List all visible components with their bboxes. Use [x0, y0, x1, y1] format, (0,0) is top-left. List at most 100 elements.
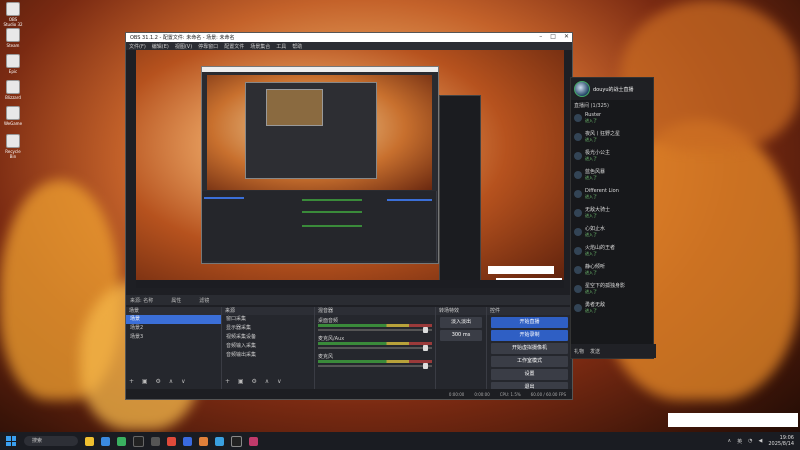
channel-name: 麦克风/Aux — [318, 336, 345, 342]
start-streaming-button[interactable]: 开始直播 — [491, 317, 568, 328]
chat-message: Ruster 进入了 — [571, 112, 653, 130]
chat-message: 无敌大骑士 进入了 — [571, 207, 653, 225]
preview-canvas[interactable] — [136, 50, 564, 288]
menu-tools[interactable]: 工具 — [276, 43, 286, 50]
source-item[interactable]: 音频输入采集 — [222, 342, 314, 351]
obs-icon[interactable] — [231, 435, 242, 447]
app-icon[interactable] — [199, 436, 208, 446]
input-language[interactable]: 英 — [737, 438, 742, 445]
desktop-icon-label: Steam — [6, 43, 20, 48]
clock-date: 2025/8/14 — [768, 441, 794, 447]
filters-button[interactable]: 滤镜 — [199, 297, 209, 304]
source-item[interactable]: 视频采集设备 — [222, 333, 314, 342]
preview-taskbar — [136, 280, 564, 288]
volume-slider[interactable] — [318, 345, 432, 351]
menu-help[interactable]: 帮助 — [292, 43, 302, 50]
app-icon[interactable] — [167, 436, 176, 446]
menu-view[interactable]: 视图(V) — [175, 43, 192, 50]
volume-icon[interactable]: ◀ — [759, 438, 763, 444]
menu-profile[interactable]: 配置文件 — [224, 43, 244, 50]
nested-chat-capture — [439, 95, 481, 287]
scenes-header: 场景 — [126, 307, 221, 315]
app-icon[interactable] — [215, 436, 224, 446]
app-icon[interactable] — [117, 436, 126, 446]
desktop-icon-label: OBS Studio 32 — [3, 17, 23, 27]
wifi-icon[interactable]: ◔ — [748, 438, 752, 444]
start-recording-button[interactable]: 开始录制 — [491, 330, 568, 341]
controls-header: 控件 — [487, 307, 572, 315]
minimize-icon[interactable]: – — [539, 33, 542, 40]
avatar — [574, 81, 590, 97]
clock[interactable]: 19:06 2025/8/14 — [768, 435, 794, 447]
chat-text: 进入了 — [585, 175, 597, 180]
menu-file[interactable]: 文件(F) — [129, 43, 146, 50]
desktop-icon-wegame[interactable]: WeGame — [2, 106, 24, 126]
chat-message: 极光小公主 进入了 — [571, 150, 653, 168]
taskbar: 搜索 ∧ 英 ◔ ◀ 19:06 2025/8/14 — [0, 432, 800, 450]
menu-docks[interactable]: 停靠窗口 — [198, 43, 218, 50]
send-button[interactable]: 发送 — [590, 348, 600, 355]
scenes-footer-buttons[interactable]: + ▣ ⚙ ∧ ∨ — [129, 378, 189, 385]
file-explorer-icon[interactable] — [85, 436, 94, 446]
chat-message: 星空下的孤独身影 进入了 — [571, 283, 653, 301]
transitions-dock: 转场特效 淡入淡出 300 ms — [436, 307, 487, 389]
gift-button[interactable]: 礼物 — [574, 348, 584, 355]
chat-text: 进入了 — [585, 118, 597, 123]
avatar — [574, 133, 582, 141]
chat-text: 进入了 — [585, 251, 597, 256]
taskbar-search[interactable]: 搜索 — [24, 436, 78, 446]
settings-button[interactable]: 设置 — [491, 369, 568, 380]
desktop-icon-label: Epic — [8, 69, 18, 74]
desktop-icon-steam[interactable]: Steam — [2, 28, 24, 48]
avatar — [574, 247, 582, 255]
recycle-bin-icon — [6, 134, 20, 148]
chat-message: 静心倾听 进入了 — [571, 264, 653, 282]
maximize-icon[interactable]: □ — [550, 33, 556, 40]
desktop-icon-epic[interactable]: Epic — [2, 54, 24, 74]
source-item[interactable]: 音频输出采集 — [222, 351, 314, 360]
steam-icon — [6, 28, 20, 42]
close-icon[interactable]: ✕ — [564, 33, 569, 40]
menu-scene-collection[interactable]: 场景集合 — [250, 43, 270, 50]
menu-edit[interactable]: 编辑(E) — [152, 43, 169, 50]
app-icon[interactable] — [183, 436, 192, 446]
avatar — [574, 152, 582, 160]
chat-message: 蓝色风暴 进入了 — [571, 169, 653, 187]
desktop-icon-blizzard[interactable]: Blizzard — [2, 80, 24, 100]
scene-item[interactable]: 场景2 — [126, 324, 221, 333]
studio-mode-button[interactable]: 工作室模式 — [491, 356, 568, 367]
desktop-icon-obs[interactable]: OBS Studio 32 — [2, 2, 24, 27]
scene-item[interactable]: 场景3 — [126, 333, 221, 342]
desktop-icon-label: WeGame — [3, 121, 23, 126]
chat-text: 进入了 — [585, 270, 597, 275]
edge-icon[interactable] — [101, 436, 110, 446]
app-icon[interactable] — [249, 436, 258, 446]
source-item[interactable]: 窗口采集 — [222, 315, 314, 324]
obs-titlebar[interactable]: OBS 31.1.2 - 配置文件: 未命名 - 场景: 未命名 – □ ✕ — [126, 33, 572, 42]
sources-footer-buttons[interactable]: + ▣ ⚙ ∧ ∨ — [225, 378, 285, 385]
chat-text: 进入了 — [585, 213, 597, 218]
start-button[interactable] — [6, 436, 16, 446]
stream-time: 0:00:00 — [448, 391, 465, 397]
virtual-camera-button[interactable]: 开始虚拟摄像机 — [491, 343, 568, 354]
chat-text: 进入了 — [585, 289, 597, 294]
steam-icon[interactable] — [151, 436, 160, 446]
chat-header: douyu的战士直播 — [571, 78, 653, 100]
blizzard-icon — [6, 80, 20, 94]
volume-slider[interactable] — [318, 363, 432, 369]
volume-slider[interactable] — [318, 327, 432, 333]
avatar — [574, 209, 582, 217]
desktop-icon-recycle[interactable]: Recycle Bin — [2, 134, 24, 159]
source-item[interactable]: 显示器采集 — [222, 324, 314, 333]
chevron-up-icon[interactable]: ∧ — [727, 438, 731, 444]
properties-button[interactable]: 属性 — [171, 297, 181, 304]
mixer-dock: 混音器 桌面音频 麦克风/Aux 麦克风 — [315, 307, 436, 389]
transition-select[interactable]: 淡入淡出 — [440, 317, 482, 328]
avatar — [574, 190, 582, 198]
avatar — [574, 285, 582, 293]
scene-item[interactable]: 场景 — [126, 315, 221, 324]
transition-duration[interactable]: 300 ms — [440, 330, 482, 341]
terminal-icon[interactable] — [133, 435, 144, 447]
mixer-header: 混音器 — [315, 307, 435, 315]
avatar — [574, 304, 582, 312]
